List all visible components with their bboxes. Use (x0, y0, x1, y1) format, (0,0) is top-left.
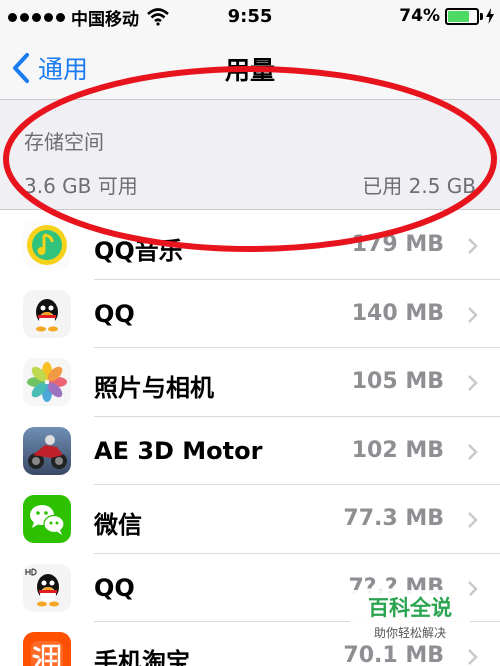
storage-section-title: 存储空间 (24, 130, 104, 154)
app-size: 77.3 MB (343, 506, 444, 531)
ae-3d-motor-icon (23, 426, 71, 475)
chevron-right-icon (468, 512, 478, 528)
app-size: 102 MB (351, 437, 444, 463)
qq-icon (23, 289, 71, 338)
app-row-wechat[interactable]: 微信 77.3 MB (0, 485, 500, 554)
navigation-bar: 通用 用量 (0, 36, 500, 100)
charging-bolt-icon (486, 8, 494, 24)
app-size: 140 MB (351, 300, 444, 326)
photos-icon (23, 358, 71, 406)
app-size: 70.1 MB (343, 643, 444, 666)
qq-hd-icon (23, 563, 71, 612)
chevron-right-icon (468, 375, 478, 391)
app-size: 179 MB (351, 232, 444, 257)
app-name: 手机淘宝 (94, 648, 190, 666)
chevron-right-icon (468, 306, 478, 323)
chevron-right-icon (468, 649, 478, 665)
app-name: 微信 (94, 511, 142, 539)
watermark-title: 百科全说 (368, 596, 452, 620)
battery-percent: 74% (399, 6, 440, 26)
page-title: 用量 (224, 56, 275, 85)
storage-available: 3.6 GB 可用 (24, 174, 138, 198)
app-row-qq[interactable]: QQ 140 MB (0, 279, 500, 348)
battery-tip (480, 12, 483, 20)
app-name: QQ (94, 573, 135, 602)
storage-summary: 存储空间 3.6 GB 可用 已用 2.5 GB (0, 100, 500, 210)
app-row-photos[interactable]: 照片与相机 105 MB (0, 348, 500, 417)
wechat-icon (23, 495, 71, 543)
watermark-subtitle: 助你轻松解决 (373, 626, 446, 640)
app-name: QQ音乐 (94, 237, 183, 265)
app-name: QQ (94, 299, 135, 328)
watermark-logo: 百科全说 助你轻松解决 (350, 590, 470, 640)
status-bar: 中国移动 9:55 74% (0, 0, 500, 36)
app-name: AE 3D Motor (94, 436, 263, 465)
app-name: 照片与相机 (94, 374, 214, 402)
battery-level-fill (448, 10, 469, 22)
app-row-ae-3d-motor[interactable]: AE 3D Motor 102 MB (0, 416, 500, 485)
storage-used: 已用 2.5 GB (362, 174, 476, 198)
chevron-right-icon (468, 238, 478, 254)
chevron-right-icon (468, 443, 478, 460)
battery-status: 74% (399, 6, 494, 26)
battery-icon (445, 7, 479, 25)
taobao-icon (23, 632, 71, 666)
app-size: 105 MB (351, 369, 444, 394)
qq-music-icon (23, 221, 71, 269)
app-row-qq-music[interactable]: QQ音乐 179 MB (0, 211, 500, 280)
